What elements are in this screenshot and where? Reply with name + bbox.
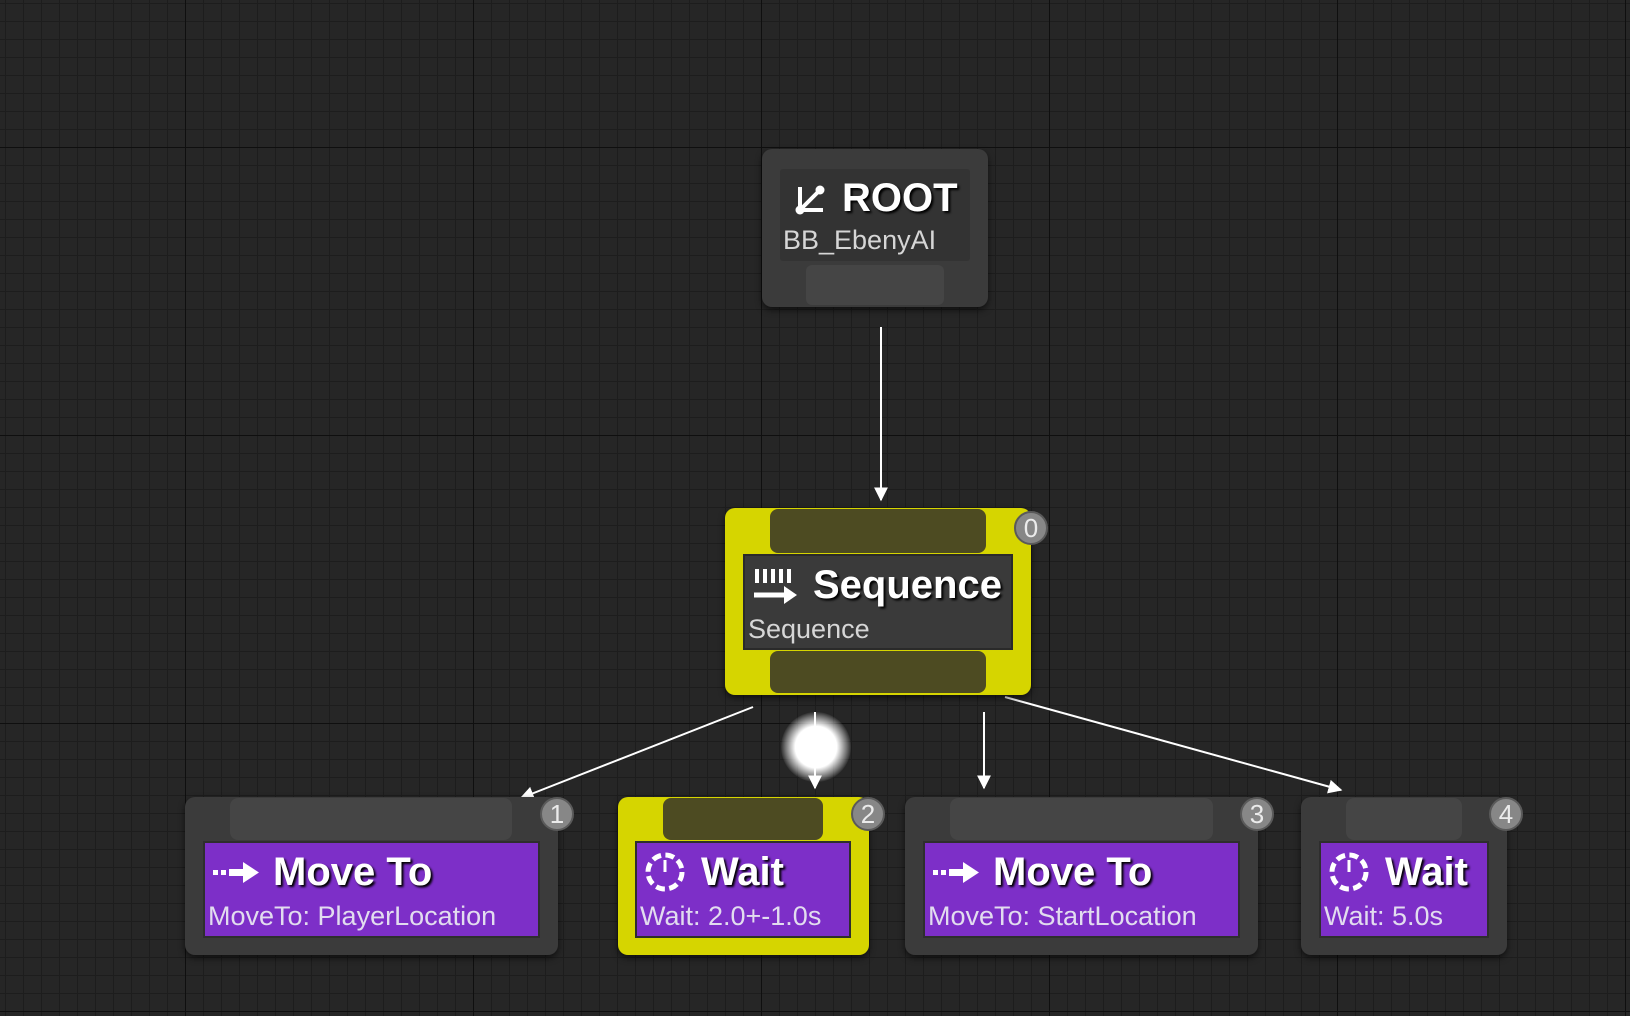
task-2-body: Wait Wait: 2.0+-1.0s — [635, 841, 851, 938]
task-4-title: Wait — [1385, 849, 1468, 894]
task-1-input-pin[interactable] — [230, 798, 512, 840]
task-3-title: Move To — [993, 849, 1153, 894]
execution-pulse-glow — [781, 712, 851, 782]
root-output-pin[interactable] — [806, 265, 944, 305]
root-title: ROOT — [842, 175, 958, 220]
wait-clock-icon — [1327, 850, 1371, 894]
task-node-wait-fixed[interactable]: Wait Wait: 5.0s 4 — [1301, 797, 1523, 955]
task-4-input-pin[interactable] — [1346, 798, 1462, 840]
task-1-body: Move To MoveTo: PlayerLocation — [203, 841, 540, 938]
sequence-node-body: Sequence Sequence — [743, 554, 1013, 650]
task-1-execution-index: 1 — [540, 797, 574, 831]
task-node-wait-random[interactable]: Wait Wait: 2.0+-1.0s 2 — [618, 797, 885, 955]
task-2-subtitle: Wait: 2.0+-1.0s — [640, 901, 822, 931]
root-branch-icon — [790, 177, 832, 219]
move-to-arrow-icon — [931, 857, 981, 887]
task-4-body: Wait Wait: 5.0s — [1319, 841, 1489, 938]
task-1-subtitle: MoveTo: PlayerLocation — [208, 901, 497, 931]
sequence-output-pin[interactable] — [770, 651, 986, 693]
task-node-move-to-player[interactable]: Move To MoveTo: PlayerLocation 1 — [185, 797, 574, 955]
sequence-subtitle: Sequence — [748, 614, 870, 644]
task-3-execution-index: 3 — [1240, 797, 1274, 831]
sequence-icon — [751, 563, 799, 607]
wait-clock-icon — [643, 850, 687, 894]
sequence-node[interactable]: Sequence Sequence 0 — [725, 508, 1048, 695]
task-2-title: Wait — [701, 849, 784, 894]
task-2-input-pin[interactable] — [663, 798, 823, 840]
task-3-input-pin[interactable] — [950, 798, 1213, 840]
sequence-input-pin[interactable] — [770, 509, 986, 553]
task-1-title: Move To — [273, 849, 433, 894]
task-node-move-to-start[interactable]: Move To MoveTo: StartLocation 3 — [905, 797, 1274, 955]
root-blackboard-label: BB_EbenyAI — [783, 225, 937, 255]
root-node-body: ROOT BB_EbenyAI — [780, 169, 970, 261]
sequence-execution-index: 0 — [1014, 511, 1048, 545]
wire-sequence-to-task-4 — [1004, 696, 1343, 794]
move-to-arrow-icon — [211, 857, 261, 887]
root-node[interactable]: ROOT BB_EbenyAI — [762, 149, 988, 307]
task-3-body: Move To MoveTo: StartLocation — [923, 841, 1240, 938]
behavior-tree-graph-canvas[interactable]: ROOT BB_EbenyAI Sequence Sequence 0 Move… — [0, 0, 1630, 1016]
task-4-subtitle: Wait: 5.0s — [1324, 901, 1444, 931]
task-4-execution-index: 4 — [1489, 797, 1523, 831]
sequence-title: Sequence — [813, 562, 1002, 607]
task-3-subtitle: MoveTo: StartLocation — [928, 901, 1197, 931]
task-2-execution-index: 2 — [851, 797, 885, 831]
wire-sequence-to-task-1 — [519, 706, 754, 800]
